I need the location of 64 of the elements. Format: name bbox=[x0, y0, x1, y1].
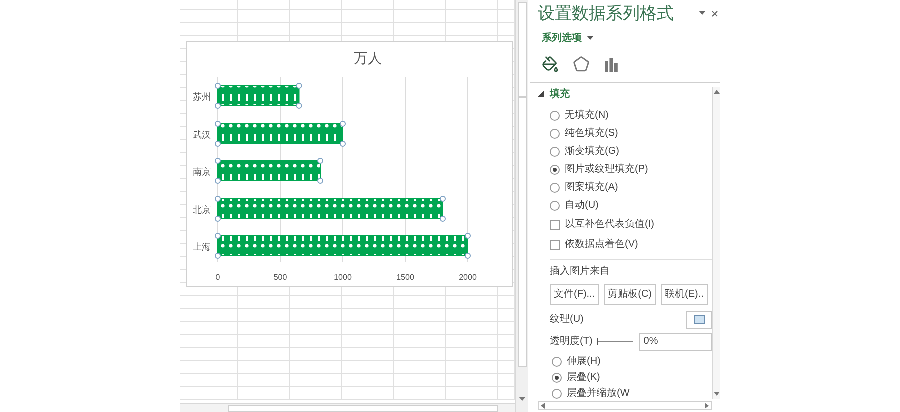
insert-button[interactable]: 文件(F)... bbox=[550, 284, 600, 304]
fill-tab[interactable] bbox=[542, 56, 559, 73]
scroll-right-icon[interactable] bbox=[705, 402, 709, 408]
axis-label: 500 bbox=[274, 273, 288, 282]
close-icon[interactable] bbox=[712, 10, 718, 17]
radio-label: 渐变填充(G) bbox=[565, 144, 620, 159]
radio-label: 伸展(H) bbox=[567, 355, 601, 369]
radio-label: 图片或纹理填充(P) bbox=[565, 162, 648, 177]
vertical-scrollbar[interactable] bbox=[515, 0, 528, 412]
scroll-down-icon[interactable] bbox=[714, 392, 720, 396]
insert-button[interactable]: 联机(E).. bbox=[661, 284, 708, 304]
radio-button[interactable] bbox=[550, 164, 560, 174]
radio-button[interactable] bbox=[552, 372, 562, 382]
radio-button[interactable] bbox=[552, 356, 562, 366]
panel-scrollbar[interactable] bbox=[712, 86, 720, 399]
transparency-slider[interactable] bbox=[596, 338, 633, 345]
checkbox[interactable] bbox=[550, 240, 560, 250]
radio-button[interactable] bbox=[550, 182, 560, 192]
radio-label: 无填充(N) bbox=[565, 108, 609, 123]
panel-title: 设置数据系列格式 bbox=[538, 3, 674, 25]
scroll-up-icon[interactable] bbox=[714, 90, 720, 94]
radio-button[interactable] bbox=[550, 146, 560, 156]
texture-icon bbox=[694, 315, 704, 324]
scrollbar-thumb[interactable] bbox=[518, 2, 526, 97]
axis-label: 0 bbox=[216, 273, 220, 282]
texture-label: 纹理(U) bbox=[550, 313, 584, 327]
axis-label: 1500 bbox=[396, 273, 414, 282]
radio-label: 图案填充(A) bbox=[565, 180, 618, 195]
radio-button[interactable] bbox=[552, 388, 562, 398]
chart-title: 万人 bbox=[354, 50, 382, 66]
checkbox[interactable] bbox=[550, 220, 560, 230]
checkbox-label: 依数据点着色(V) bbox=[565, 238, 638, 252]
category-label: 苏州 bbox=[193, 92, 211, 102]
insert-from-label: 插入图片来自 bbox=[550, 264, 611, 278]
category-label: 南京 bbox=[193, 167, 211, 177]
checkbox-label: 以互补色代表负值(I) bbox=[565, 218, 654, 232]
insert-button[interactable]: 剪贴板(C) bbox=[604, 284, 656, 304]
caret-icon[interactable] bbox=[699, 11, 706, 16]
category-label: 北京 bbox=[193, 205, 211, 215]
radio-button[interactable] bbox=[550, 200, 560, 210]
radio-button[interactable] bbox=[550, 110, 560, 120]
axis-label: 2000 bbox=[459, 273, 477, 282]
transparency-label: 透明度(T) bbox=[550, 334, 593, 349]
section-title: 填充 bbox=[550, 87, 570, 102]
series-options-menu[interactable]: 系列选项 bbox=[542, 30, 582, 46]
category-label: 武汉 bbox=[193, 130, 211, 140]
radio-button[interactable] bbox=[550, 128, 560, 138]
texture-picker[interactable] bbox=[686, 310, 712, 328]
scroll-down-icon[interactable] bbox=[518, 397, 526, 402]
radio-label: 自动(U) bbox=[565, 199, 599, 213]
horizontal-scrollbar[interactable] bbox=[228, 404, 498, 412]
radio-label: 纯色填充(S) bbox=[565, 126, 618, 141]
transparency-field[interactable]: 0% bbox=[638, 332, 712, 350]
scroll-left-icon[interactable] bbox=[541, 402, 545, 408]
radio-label: 层叠并缩放(W bbox=[567, 386, 630, 401]
panel-horizontal-scrollbar[interactable] bbox=[538, 401, 712, 410]
axis-label: 1000 bbox=[334, 273, 352, 282]
category-label: 上海 bbox=[193, 242, 211, 252]
chart-area[interactable]: 万人 0 500 1000 1500 2000 苏州 武汉 南京 北京 上海 bbox=[186, 41, 513, 287]
pentagon-tab[interactable] bbox=[573, 56, 590, 73]
caret-icon[interactable] bbox=[587, 36, 594, 40]
bar-chart-tab[interactable] bbox=[604, 57, 619, 72]
radio-label: 层叠(K) bbox=[567, 371, 600, 385]
collapse-icon[interactable] bbox=[538, 91, 544, 97]
